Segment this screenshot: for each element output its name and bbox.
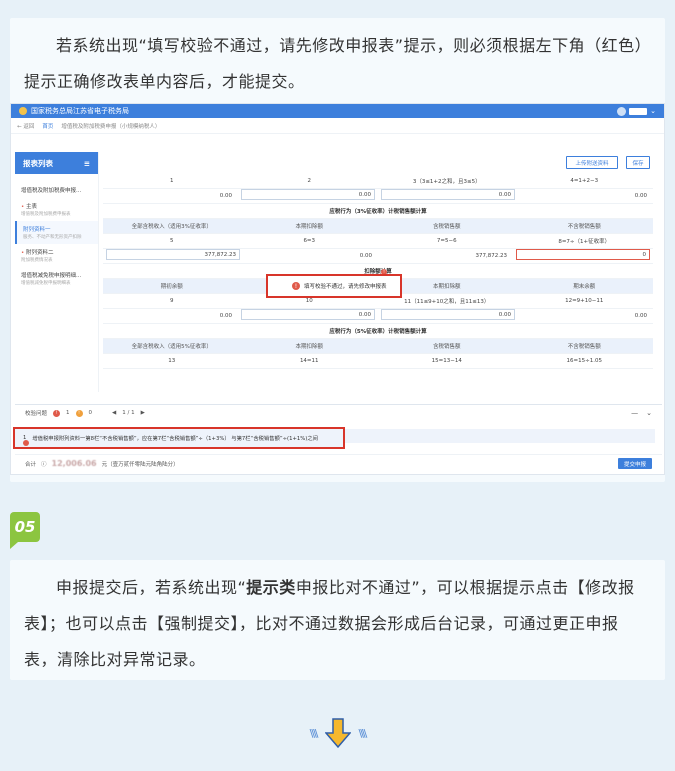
info-icon: ⓘ xyxy=(41,461,47,468)
breadcrumb: ← 返回 首页 增值税及附加税费申报（小规模纳税人） xyxy=(11,118,664,134)
tax-portal-screenshot: 国家税务总局江苏省电子税务局 ⌄ ← 返回 首页 增值税及附加税费申报（小规模纳… xyxy=(10,103,665,475)
error-message-row[interactable]: 1 增值税申报附列资料一第8栏“不含税销售额”，应在第7栏“含税销售额”÷（1+… xyxy=(13,427,345,449)
form-grid: 1 2 3（3≤1+2之和，且3≤5） 4=1+2−3 0.00 0.00 0.00 … xyxy=(103,174,653,369)
portal-header: 国家税务总局江苏省电子税务局 ⌄ xyxy=(11,104,664,118)
deduction-input[interactable]: 0.00 xyxy=(241,189,375,200)
sidebar-item-schedule-2[interactable]: • 附列资料二 附加税费情况表 xyxy=(15,244,98,267)
warning-count: 0 xyxy=(88,410,93,416)
total-amount: 12,006.06 xyxy=(51,459,97,468)
section-title: 应税行为（3%征收率）计税销售额计算 xyxy=(103,204,653,219)
user-menu[interactable] xyxy=(629,107,648,115)
amount-input[interactable]: 0.00 xyxy=(241,309,375,320)
warning-count-icon: ! xyxy=(75,409,83,417)
save-button[interactable]: 保存 xyxy=(626,156,650,169)
deduction-input[interactable]: 0.00 xyxy=(381,189,515,200)
gross-income-input[interactable]: 377,872.23 xyxy=(106,249,240,260)
error-count: 1 xyxy=(66,410,70,416)
breadcrumb-home[interactable]: 首页 xyxy=(42,122,53,130)
upload-attachment-button[interactable]: 上传附送资料 xyxy=(566,156,618,169)
column-header-row: 全部含税收入（适用3%征收率） 本期扣除额 含税销售额 不含税销售额 xyxy=(103,219,653,234)
total-unit: 元（壹万贰仟零陆元陆角陆分） xyxy=(101,461,179,468)
pager: 1 / 1 xyxy=(122,410,135,416)
outro-card: 申报提交后，若系统出现“提示类申报比对不通过”，可以根据提示点击【修改报表】；也… xyxy=(10,560,665,680)
error-icon xyxy=(23,440,29,446)
footer-bar: 合计 ⓘ 12,006.06 元（壹万贰仟零陆元陆角陆分） 提交申报 xyxy=(15,454,662,472)
down-arrow-icon xyxy=(324,718,351,749)
breadcrumb-page: 增值税及附加税费申报（小规模纳税人） xyxy=(61,123,161,130)
next-page-icon[interactable]: ▶ xyxy=(141,410,145,416)
step-badge: 05 xyxy=(10,512,40,550)
table-row: 5 6=3 7=5−6 8=7÷（1+征收率） xyxy=(103,234,653,249)
portal-title: 国家税务总局江苏省电子税务局 xyxy=(31,107,129,115)
table-row: 377,872.23 0.00 377,872.23 0 xyxy=(103,249,653,264)
dash-decoration-icon: \\\\ xyxy=(358,726,368,740)
popup-message: 填写校验不通过，请先修改申报表 xyxy=(304,284,387,290)
error-row-stripe xyxy=(345,429,655,443)
submit-button[interactable]: 提交申报 xyxy=(618,458,652,469)
back-link[interactable]: ← 返回 xyxy=(17,122,34,130)
prev-page-icon[interactable]: ◀ xyxy=(112,410,116,416)
error-message: 增值税申报附列资料一第8栏“不含税销售额”，应在第7栏“含税销售额”÷（1+3%… xyxy=(32,436,318,442)
error-count-icon: ! xyxy=(53,409,61,417)
sidebar-item-main-group[interactable]: 增值税及附加税费申报... xyxy=(15,182,98,198)
validation-bar: 校验问题 ! 1 ! 0 ◀ 1 / 1 ▶ — ⌄ xyxy=(15,404,662,421)
intro-paragraph: 若系统出现“填写校验不通过，请先修改申报表”提示，则必须根据左下角（红色）提示正… xyxy=(24,36,644,91)
sidebar-item-main-table[interactable]: • 主表 增值税及附加税费申报表 xyxy=(15,198,98,221)
tax-emblem-icon xyxy=(19,107,27,115)
validation-label: 校验问题 xyxy=(25,411,48,417)
table-row: 0.00 0.00 0.00 0.00 xyxy=(103,189,653,204)
sidebar-item-exemption[interactable]: 增值税减免税申报明细... 增值税减免税申报明细表 xyxy=(15,267,98,290)
sidebar-header: 报表列表 ≡ xyxy=(15,152,98,174)
menu-icon[interactable]: ≡ xyxy=(84,159,90,168)
sidebar-item-schedule-1[interactable]: 附列资料一 服务、不动产和无形资产扣除 xyxy=(15,221,98,244)
table-row: 0.00 0.00 0.00 0.00 xyxy=(103,309,653,324)
column-header-row: 全部含税收入（适用5%征收率） 本期扣除额 含税销售额 不含税销售额 xyxy=(103,339,653,354)
net-sales-input[interactable]: 0 xyxy=(516,249,650,260)
down-arrow-decoration: \\\\ \\\\ xyxy=(290,716,385,750)
error-icon: ! xyxy=(292,282,300,290)
user-avatar-icon[interactable] xyxy=(617,106,627,116)
table-row: 13 14=11 15=13−14 16=15÷1.05 xyxy=(103,354,653,369)
minimize-icon[interactable]: — xyxy=(631,409,638,417)
validation-popup: ! 填写校验不通过，请先修改申报表 xyxy=(266,274,402,298)
table-row: 1 2 3（3≤1+2之和，且3≤5） 4=1+2−3 xyxy=(103,174,653,189)
total-label: 合计 xyxy=(25,461,37,468)
chevron-down-icon[interactable]: ⌄ xyxy=(650,107,656,115)
dash-decoration-icon: \\\\ xyxy=(309,726,319,740)
outro-paragraph: 申报提交后，若系统出现“提示类申报比对不通过”，可以根据提示点击【修改报表】；也… xyxy=(24,578,635,669)
amount-input[interactable]: 0.00 xyxy=(381,309,515,320)
collapse-icon[interactable]: ⌄ xyxy=(646,409,652,417)
section-title: 应税行为（5%征收率）计税销售额计算 xyxy=(103,324,653,339)
report-sidebar: 报表列表 ≡ 增值税及附加税费申报... • 主表 增值税及附加税费申报表 附列… xyxy=(15,152,99,392)
